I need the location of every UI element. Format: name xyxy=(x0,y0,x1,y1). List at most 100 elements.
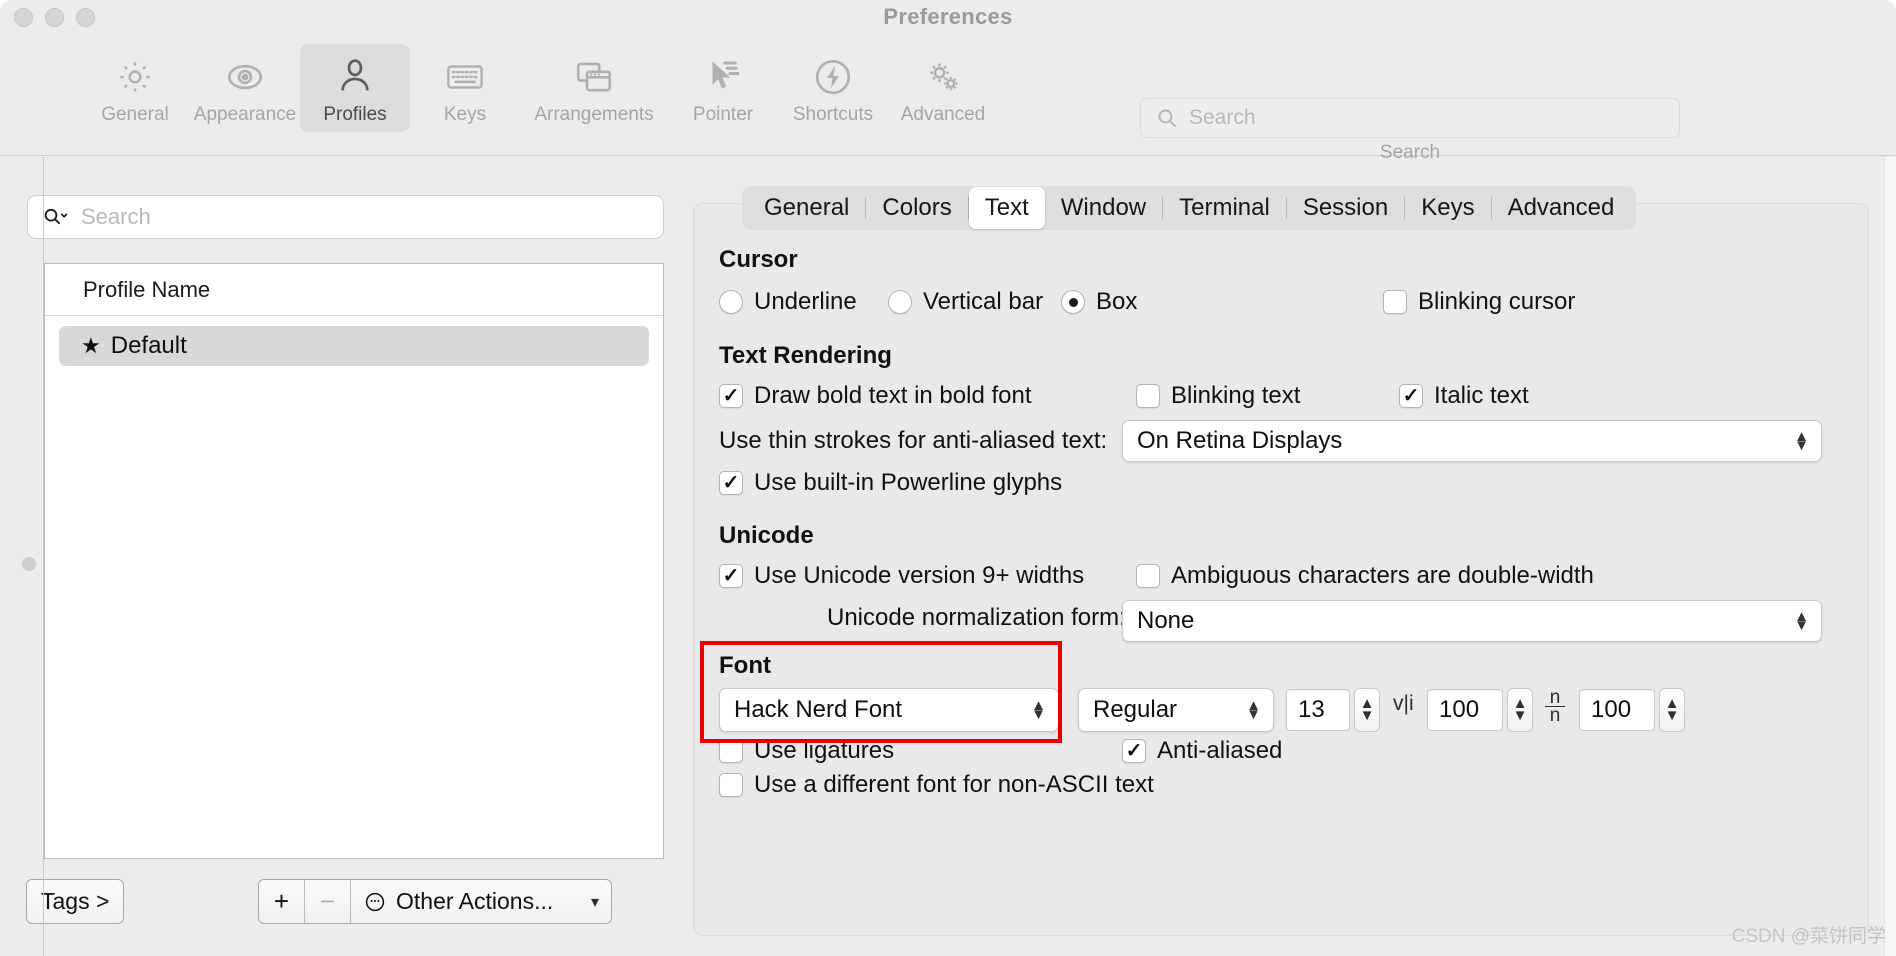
thin-strokes-label: Use thin strokes for anti-aliased text: xyxy=(719,427,1108,454)
star-icon: ★ xyxy=(81,333,101,358)
n-over-n-icon: nn xyxy=(1545,688,1565,725)
font-weight-select[interactable]: Regular ▲ ▼ xyxy=(1078,688,1274,732)
chevron-updown-icon: ▲ ▼ xyxy=(1794,428,1809,454)
non-ascii-font-label: Use a different font for non-ASCII text xyxy=(754,771,1154,798)
cursor-vertical-bar-radio[interactable]: Vertical bar xyxy=(888,288,1043,316)
toolbar-item-keys[interactable]: Keys xyxy=(410,44,520,132)
tab-general[interactable]: General xyxy=(748,187,865,229)
draw-bold-text-label: Draw bold text in bold font xyxy=(754,382,1032,409)
toolbar-search-caption: Search xyxy=(1379,142,1441,163)
ellipsis-circle-icon xyxy=(363,890,387,914)
other-actions-label: Other Actions... xyxy=(396,888,554,914)
cursor-underline-label: Underline xyxy=(754,288,857,315)
toolbar-item-advanced[interactable]: Advanced xyxy=(888,44,998,132)
font-section-title: Font xyxy=(719,652,771,679)
cursor-underline-radio[interactable]: Underline xyxy=(719,288,857,316)
italic-text-label: Italic text xyxy=(1434,382,1529,409)
tab-keys[interactable]: Keys xyxy=(1405,187,1490,229)
scrollbar-track[interactable] xyxy=(1884,157,1896,956)
normalization-value: None xyxy=(1137,607,1195,634)
use-ligatures-label: Use ligatures xyxy=(754,737,895,764)
search-icon xyxy=(1155,106,1179,130)
cursor-vertical-bar-label: Vertical bar xyxy=(923,288,1044,315)
powerline-glyphs-checkbox[interactable]: ✓ Use built-in Powerline glyphs xyxy=(719,469,1062,497)
cursor-box-radio[interactable]: Box xyxy=(1061,288,1137,316)
titlebar: Preferences xyxy=(0,0,1896,40)
checkbox-icon xyxy=(1383,290,1407,314)
unicode-version9-label: Use Unicode version 9+ widths xyxy=(754,562,1085,589)
text-settings-content: Cursor Underline Vertical bar Box Blinki… xyxy=(694,204,1870,937)
vertical-spacing-stepper[interactable]: ▲ ▼ xyxy=(1659,688,1685,732)
toolbar-item-shortcuts[interactable]: Shortcuts xyxy=(778,44,888,132)
add-profile-button[interactable]: + xyxy=(259,880,305,923)
anti-aliased-checkbox[interactable]: ✓ Anti-aliased xyxy=(1122,737,1282,765)
thin-strokes-label-wrap: Use thin strokes for anti-aliased text: xyxy=(719,427,1107,455)
cursor-box-label: Box xyxy=(1096,288,1138,315)
toolbar-search-field[interactable]: Search xyxy=(1140,98,1680,138)
thin-strokes-value: On Retina Displays xyxy=(1137,427,1343,454)
tags-button[interactable]: Tags > xyxy=(26,879,125,924)
ambiguous-double-width-checkbox[interactable]: Ambiguous characters are double-width xyxy=(1136,562,1594,590)
toolbar-item-profiles[interactable]: Profiles xyxy=(300,44,410,132)
unicode-version9-checkbox[interactable]: ✓ Use Unicode version 9+ widths xyxy=(719,562,1084,590)
non-ascii-font-checkbox[interactable]: Use a different font for non-ASCII text xyxy=(719,771,1154,799)
normalization-select[interactable]: None ▲ ▼ xyxy=(1122,600,1822,642)
radio-selected-icon xyxy=(1061,290,1085,314)
vertical-spacing-input[interactable]: 100 xyxy=(1579,689,1655,731)
use-ligatures-checkbox[interactable]: Use ligatures xyxy=(719,737,894,765)
thin-strokes-select[interactable]: On Retina Displays ▲ ▼ xyxy=(1122,420,1822,462)
horizontal-spacing-input[interactable]: 100 xyxy=(1427,689,1503,731)
toolbar-item-appearance[interactable]: Appearance xyxy=(190,44,300,132)
sidebar-search-input[interactable]: Search xyxy=(27,195,664,239)
toolbar-item-label: Profiles xyxy=(323,104,387,125)
preferences-window: Preferences General Appearance Profiles … xyxy=(0,0,1896,956)
checkbox-icon xyxy=(719,739,743,763)
sidebar-resize-grip[interactable] xyxy=(22,557,36,571)
tab-colors[interactable]: Colors xyxy=(866,187,967,229)
checkbox-checked-icon: ✓ xyxy=(719,564,743,588)
toolbar-items: General Appearance Profiles Keys Arrange… xyxy=(80,44,998,132)
cursor-icon xyxy=(700,54,746,100)
tab-text[interactable]: Text xyxy=(968,187,1045,229)
italic-text-checkbox[interactable]: ✓ Italic text xyxy=(1399,382,1529,410)
tab-session[interactable]: Session xyxy=(1287,187,1404,229)
toolbar-item-general[interactable]: General xyxy=(80,44,190,132)
ambiguous-double-width-label: Ambiguous characters are double-width xyxy=(1171,562,1594,589)
watermark: CSDN @菜饼同学 xyxy=(1731,926,1886,947)
profile-action-segment: + − Other Actions... ▾ xyxy=(258,879,612,924)
keyboard-icon xyxy=(442,54,488,100)
blinking-cursor-label: Blinking cursor xyxy=(1418,288,1576,315)
search-dropdown-icon xyxy=(42,205,69,229)
toolbar-item-pointer[interactable]: Pointer xyxy=(668,44,778,132)
checkbox-checked-icon: ✓ xyxy=(719,471,743,495)
bolt-circle-icon xyxy=(810,54,856,100)
unicode-section-title: Unicode xyxy=(719,522,814,549)
other-actions-menu[interactable]: Other Actions... ▾ xyxy=(351,880,611,923)
remove-profile-button[interactable]: − xyxy=(305,880,351,923)
font-family-select[interactable]: Hack Nerd Font ▲ ▼ xyxy=(719,688,1059,732)
profile-list-item[interactable]: ★ Default xyxy=(59,326,649,366)
profile-list-header[interactable]: Profile Name xyxy=(45,264,663,316)
draw-bold-text-checkbox[interactable]: ✓ Draw bold text in bold font xyxy=(719,382,1032,410)
toolbar-search-placeholder: Search xyxy=(1189,106,1256,129)
tab-window[interactable]: Window xyxy=(1045,187,1162,229)
font-size-stepper[interactable]: ▲ ▼ xyxy=(1354,688,1380,732)
blinking-cursor-checkbox[interactable]: Blinking cursor xyxy=(1383,288,1575,316)
blinking-text-checkbox[interactable]: Blinking text xyxy=(1136,382,1300,410)
chevron-updown-icon: ▲ ▼ xyxy=(1794,608,1809,634)
toolbar-item-label: Shortcuts xyxy=(792,104,874,125)
toolbar-search-area: Search Search xyxy=(1140,98,1680,163)
horizontal-spacing-stepper[interactable]: ▲ ▼ xyxy=(1507,688,1533,732)
profile-name-column-header: Profile Name xyxy=(83,276,211,302)
toolbar-item-arrangements[interactable]: Arrangements xyxy=(520,44,668,132)
tab-advanced[interactable]: Advanced xyxy=(1492,187,1631,229)
checkbox-icon xyxy=(719,773,743,797)
toolbar-item-label: Pointer xyxy=(692,104,754,125)
sidebar-divider xyxy=(43,157,44,956)
cursor-section-title: Cursor xyxy=(719,246,798,273)
checkbox-checked-icon: ✓ xyxy=(719,384,743,408)
eye-icon xyxy=(222,54,268,100)
font-size-input[interactable]: 13 xyxy=(1286,689,1350,731)
tab-terminal[interactable]: Terminal xyxy=(1163,187,1286,229)
toolbar: General Appearance Profiles Keys Arrange… xyxy=(0,38,1896,163)
